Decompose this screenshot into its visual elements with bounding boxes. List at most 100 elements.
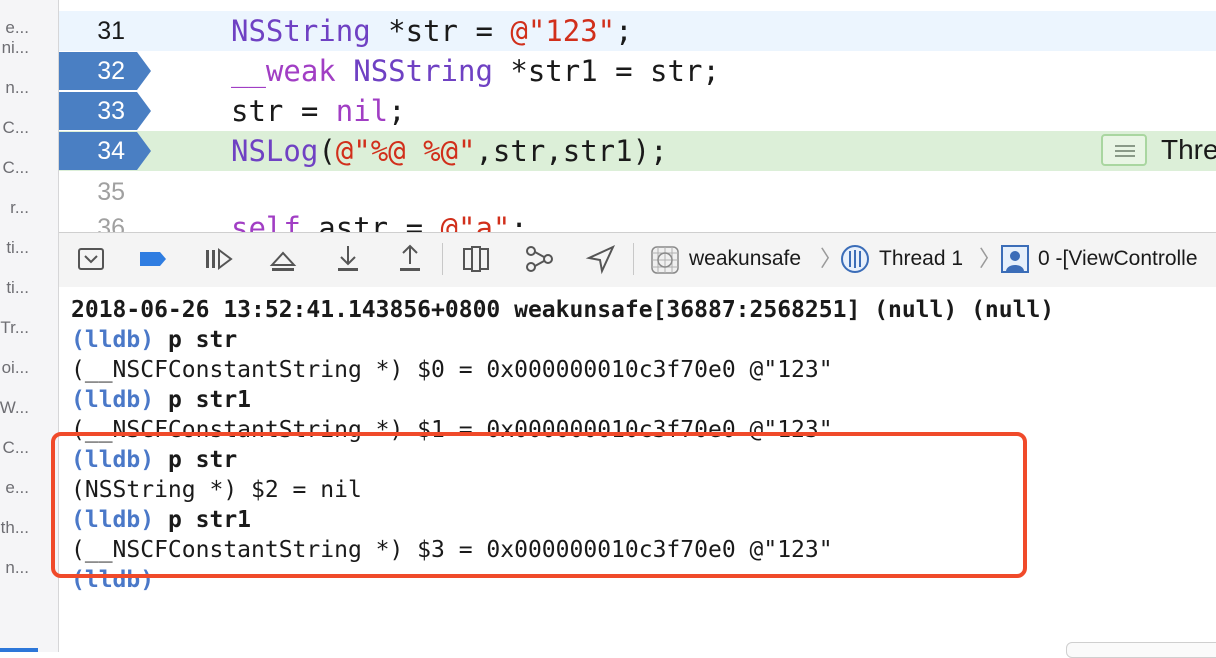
line-gutter[interactable]: 32 — [59, 51, 151, 91]
navigator-item-label: C... — [2, 438, 29, 457]
navigator-item-label: ti... — [6, 238, 29, 257]
navigator-item[interactable]: W... — [0, 396, 58, 420]
breadcrumb-thread[interactable]: Thread 1 — [879, 243, 963, 275]
navigator-item-label: e... — [5, 18, 29, 37]
user-frame-icon — [1001, 245, 1029, 273]
navigator-item-label: C... — [2, 118, 29, 137]
navigator-selection-indicator — [0, 648, 38, 652]
console-output-line: (__NSCFConstantString *) $0 = 0x00000001… — [71, 357, 833, 383]
source-editor[interactable]: 30 31 NSString *str = @"123"; 32 __weak … — [59, 0, 1216, 232]
code-line[interactable]: 31 NSString *str = @"123"; — [59, 11, 1216, 51]
navigator-item[interactable]: oi... — [0, 356, 58, 380]
step-over-icon — [269, 251, 297, 271]
console-command-line: (lldb) p str — [71, 325, 237, 355]
navigator-item[interactable]: ti... — [0, 276, 58, 300]
navigator-item[interactable]: e... — [0, 476, 58, 500]
navigator-item[interactable]: th... — [0, 516, 58, 540]
simulate-location-button[interactable] — [583, 241, 619, 277]
app-icon — [651, 246, 679, 274]
line-number: 30 — [65, 0, 125, 10]
line-gutter[interactable]: 33 — [59, 91, 151, 131]
code-line[interactable]: 33 str = nil; — [59, 91, 1216, 131]
frame-icon-wrapper — [997, 241, 1033, 277]
navigator-item-label: r... — [10, 198, 29, 217]
toolbar-separator — [442, 243, 443, 275]
code-line[interactable]: 36 self.astr = @"a"; — [59, 208, 1216, 232]
step-over-button[interactable] — [265, 241, 301, 277]
menu-lines-icon — [1101, 134, 1147, 166]
line-number: 36 — [97, 214, 125, 232]
annotation-highlight-box — [51, 432, 1027, 578]
location-icon — [585, 244, 616, 275]
code-text[interactable]: NSString *str = @"123"; — [231, 11, 633, 51]
breadcrumb-frame[interactable]: 0 -[ViewControlle — [1038, 243, 1198, 275]
navigator-item-label: oi... — [1, 358, 29, 377]
line-gutter[interactable]: 30 — [59, 0, 151, 10]
line-number: 33 — [97, 97, 125, 125]
thread-icon-wrapper — [837, 241, 873, 277]
step-out-icon — [400, 244, 420, 271]
navigator-item-label: n... — [5, 558, 29, 577]
navigator-item[interactable]: C... — [0, 436, 58, 460]
navigator-item-label: e... — [5, 478, 29, 497]
console-log-line: 2018-06-26 13:52:41.143856+0800 weakunsa… — [71, 297, 1055, 323]
code-text[interactable]: __weak NSString *str1 = str; — [231, 51, 720, 91]
console-command: p str1 — [154, 387, 252, 413]
navigator-item[interactable]: ti... — [0, 236, 58, 260]
code-text[interactable]: str = nil; — [231, 91, 406, 131]
breadcrumb-app[interactable]: weakunsafe — [689, 243, 801, 275]
navigator-item[interactable]: C... — [0, 156, 58, 180]
continue-icon — [206, 248, 233, 270]
navigator-item-label: ni... — [1, 38, 29, 57]
line-gutter[interactable]: 31 — [59, 11, 151, 51]
view-debugger-button[interactable] — [458, 241, 494, 277]
navigator-item[interactable]: ni... — [0, 36, 58, 60]
step-into-icon — [338, 246, 358, 271]
line-gutter[interactable]: 36 — [59, 208, 151, 232]
code-text[interactable]: NSLog(@"%@ %@",str,str1); — [231, 131, 668, 171]
code-text[interactable]: self.astr = @"a"; — [231, 208, 528, 232]
hide-console-button[interactable] — [73, 241, 109, 277]
memory-graph-button[interactable] — [521, 241, 557, 277]
code-line-current-execution[interactable]: 34 NSLog(@"%@ %@",str,str1); — [59, 131, 1216, 171]
breakpoints-toggle-icon — [140, 252, 166, 266]
console-command: p str — [154, 327, 238, 353]
code-line[interactable]: 32 __weak NSString *str1 = str; — [59, 51, 1216, 91]
line-number: 32 — [97, 57, 125, 85]
memory-graph-icon — [526, 246, 553, 272]
app-icon-wrapper — [647, 241, 683, 277]
navigator-item-label: W... — [0, 398, 29, 417]
view-debugger-icon — [463, 246, 489, 272]
debug-bar: weakunsafe 〉 Thread 1 〉 0 -[ViewControll… — [59, 232, 1216, 288]
navigator-item-label: n... — [5, 78, 29, 97]
navigator-item-label: ti... — [6, 278, 29, 297]
navigator-item[interactable]: C... — [0, 116, 58, 140]
navigator-item-label: C... — [2, 158, 29, 177]
navigator-item[interactable]: r... — [0, 196, 58, 220]
line-number: 35 — [97, 178, 125, 206]
navigator-item[interactable]: Tr... — [0, 316, 58, 340]
line-gutter[interactable]: 35 — [59, 172, 151, 212]
thread-breakpoint-annotation[interactable]: Thre — [1101, 132, 1216, 168]
line-number: 31 — [97, 17, 125, 45]
breakpoints-toggle-button[interactable] — [135, 241, 171, 277]
lldb-prompt: (lldb) — [71, 387, 155, 413]
console-filter-field[interactable] — [1066, 642, 1216, 658]
continue-button[interactable] — [200, 241, 236, 277]
navigator-item[interactable]: n... — [0, 76, 58, 100]
navigator-item[interactable]: n... — [0, 556, 58, 580]
navigator-item-label: th... — [0, 518, 29, 537]
hide-console-icon — [78, 248, 104, 270]
navigator-item-label: Tr... — [0, 318, 29, 337]
step-into-button[interactable] — [330, 241, 366, 277]
code-line[interactable]: 35 — [59, 172, 1216, 212]
toolbar-separator — [633, 243, 634, 275]
console-command-line: (lldb) p str1 — [71, 385, 251, 415]
step-out-button[interactable] — [392, 241, 428, 277]
annotation-label: Thre — [1161, 134, 1216, 165]
code-line[interactable]: 30 — [59, 0, 1216, 10]
line-number: 34 — [97, 137, 125, 165]
lldb-prompt: (lldb) — [71, 327, 155, 353]
line-gutter[interactable]: 34 — [59, 131, 151, 171]
thread-icon — [841, 245, 869, 273]
